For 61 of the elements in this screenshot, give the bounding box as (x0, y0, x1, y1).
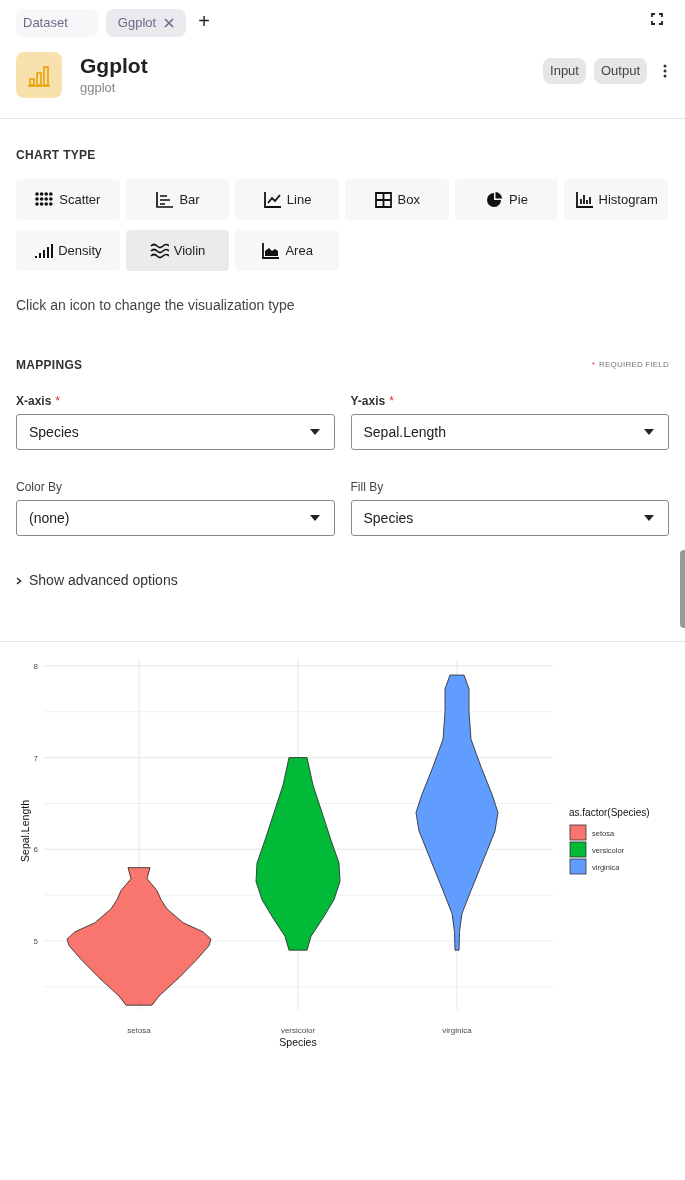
histogram-icon (574, 191, 594, 208)
axis-tick-label: virginica (442, 1026, 472, 1035)
field-label: X-axis (16, 393, 52, 410)
chart-type-button[interactable]: Density (16, 230, 120, 271)
axis-tick-label: 7 (33, 753, 38, 763)
select-field[interactable]: Species (350, 500, 669, 536)
caret-icon (309, 515, 320, 521)
panel-button[interactable]: Output (593, 58, 647, 84)
required-note: REQUIRED FIELD (599, 359, 669, 371)
more-options-icon[interactable] (663, 64, 667, 78)
required-mark: * (389, 393, 394, 410)
dot-grid-icon (35, 191, 55, 208)
caret-icon (644, 515, 654, 521)
axis-tick-label: setosa (127, 1026, 151, 1035)
app-logo-icon (16, 52, 62, 98)
axis-tick-label: 6 (33, 845, 38, 855)
tab[interactable]: Ggplot (105, 9, 187, 37)
signal-bars-icon (34, 242, 54, 259)
select-field[interactable]: Species (16, 414, 335, 450)
required-mark: * (55, 393, 61, 410)
select-field[interactable]: (none) (16, 500, 335, 536)
chart-type-button[interactable]: Histogram (564, 179, 668, 220)
chart-type-button[interactable]: Violin (125, 230, 230, 271)
field-label: Y-axis (350, 393, 386, 410)
section-heading: CHART TYPE (16, 147, 97, 164)
pie-chart-icon (485, 191, 505, 208)
field-label: Color By (16, 479, 62, 496)
caret-icon (644, 429, 654, 435)
chevron-icon (16, 576, 22, 585)
axis-tick-label: versicolor (280, 1026, 316, 1035)
chart-type-button[interactable]: Line (235, 179, 339, 220)
section-heading: MAPPINGS (16, 357, 83, 374)
fullscreen-icon[interactable] (651, 13, 663, 25)
grid-icon (373, 191, 393, 208)
field-label: Fill By (350, 479, 384, 496)
block-subtitle: ggplot (80, 79, 117, 97)
advanced-options-toggle[interactable]: Show advanced options (16, 570, 669, 591)
caret-icon (309, 429, 320, 435)
panel-button[interactable]: Input (543, 58, 586, 84)
required-mark: * (591, 359, 596, 371)
bar-chart-icon (155, 191, 175, 208)
axis-tick-label: 5 (33, 937, 38, 946)
legend-title: as.factor(Species) (569, 807, 650, 818)
tab[interactable]: Dataset (16, 9, 98, 37)
area-chart-icon (261, 242, 281, 259)
chart-type-button[interactable]: Bar (125, 179, 230, 220)
chart-type-button[interactable]: Box (345, 179, 449, 220)
hint-text: Click an icon to change the visualization type (16, 296, 296, 315)
chart-type-button[interactable]: Area (235, 230, 339, 271)
select-field[interactable]: Sepal.Length (350, 414, 669, 450)
line-chart-icon (262, 191, 282, 208)
close-icon[interactable] (164, 18, 175, 28)
block-title: Ggplot (80, 53, 148, 79)
add-tab-button[interactable]: + (198, 11, 210, 31)
scrollbar[interactable] (680, 550, 685, 628)
axis-title: Sepal.Length (19, 800, 31, 862)
axis-title: Species (279, 1036, 317, 1048)
chart-type-button[interactable]: Pie (454, 179, 559, 220)
chart-type-button[interactable]: Scatter (16, 179, 120, 220)
waves-icon (149, 242, 169, 259)
axis-tick-label: 8 (33, 661, 38, 671)
